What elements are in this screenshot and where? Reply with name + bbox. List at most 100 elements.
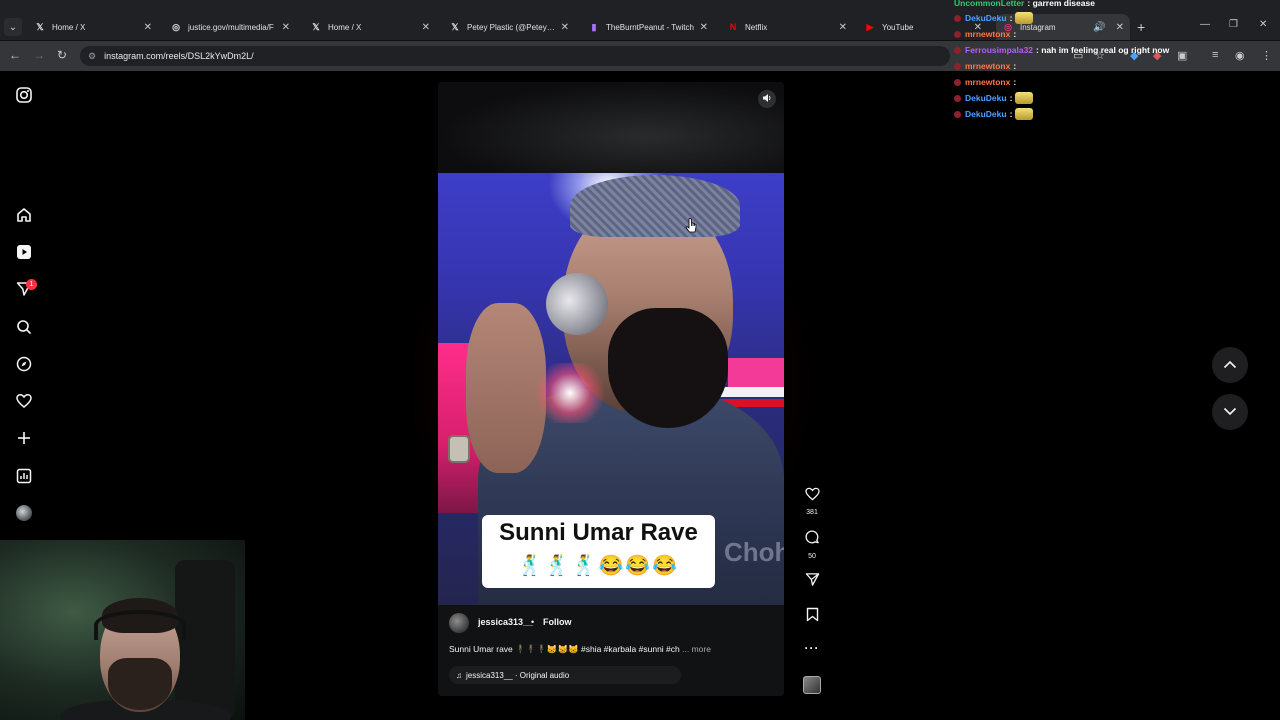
performer-cap <box>570 175 740 237</box>
like-button[interactable]: 381 <box>802 487 822 516</box>
more-options-button[interactable]: ··· <box>802 641 822 655</box>
author-avatar[interactable] <box>449 613 469 633</box>
close-tab-icon[interactable]: ✕ <box>422 22 430 33</box>
close-tab-icon[interactable]: ✕ <box>561 22 569 33</box>
chat-message: mrnewtonx : <box>954 74 1194 90</box>
back-button[interactable]: ← <box>9 48 21 62</box>
chat-message: DekuDeku : <box>954 10 1194 26</box>
more-dots-icon: ··· <box>804 641 820 655</box>
close-tab-icon[interactable]: ✕ <box>282 22 290 33</box>
chat-message: mrnewtonx : <box>954 26 1194 42</box>
tab-justice-gov[interactable]: ◎ justice.gov/multimedia/F ✕ <box>164 14 296 40</box>
speaker-icon <box>762 90 772 108</box>
reel-container: Choha Sunni Umar Rave 🕺🕺🕺😂😂😂 jessica313_… <box>438 82 784 696</box>
tab-x-home-2[interactable]: 𝕏 Home / X ✕ <box>304 14 436 40</box>
minimize-button[interactable]: — <box>1200 19 1210 30</box>
profile-avatar[interactable] <box>16 505 32 521</box>
chat-text: : <box>1009 93 1013 103</box>
chat-text: : <box>1013 77 1017 87</box>
instagram-logo-icon[interactable] <box>14 85 34 105</box>
reload-button[interactable]: ↻ <box>57 48 67 62</box>
netflix-icon: N <box>729 22 737 32</box>
notifications-heart-icon[interactable] <box>14 391 34 411</box>
subscriber-badge-icon <box>954 110 961 118</box>
webcam-overlay <box>0 540 245 720</box>
x-logo-icon: 𝕏 <box>451 21 459 32</box>
search-icon[interactable] <box>14 317 34 337</box>
reel-video[interactable]: Choha Sunni Umar Rave 🕺🕺🕺😂😂😂 <box>438 173 784 605</box>
audio-link[interactable]: ♫ jessica313__ · Original audio <box>449 666 681 684</box>
separator-dot: • <box>531 617 535 627</box>
tab-label: justice.gov/multimedia/F <box>188 22 274 32</box>
profile-icon[interactable]: ◉ <box>1235 49 1245 62</box>
browser-menu-icon[interactable]: ⋮ <box>1261 49 1272 62</box>
comment-count: 50 <box>808 553 816 560</box>
chat-message: mrnewtonx : <box>954 58 1194 74</box>
close-tab-icon[interactable]: ✕ <box>700 22 708 33</box>
comment-icon <box>804 530 820 550</box>
performer-watch <box>448 435 470 463</box>
heart-icon <box>804 487 820 506</box>
url-text: instagram.com/reels/DSL2kYwDm2L/ <box>104 51 254 61</box>
chat-username: DekuDeku <box>965 109 1007 119</box>
subscriber-badge-icon <box>954 14 961 22</box>
restore-button[interactable]: ❐ <box>1229 19 1238 30</box>
tab-twitch[interactable]: ▮ TheBurntPeanut - Twitch ✕ <box>582 14 714 40</box>
x-logo-icon: 𝕏 <box>312 21 320 32</box>
reel-top-area <box>438 82 784 173</box>
globe-icon: ◎ <box>172 21 180 32</box>
chat-message: DekuDeku : <box>954 106 1194 122</box>
chat-username: mrnewtonx <box>965 77 1011 87</box>
stage-backdrop-right <box>728 358 784 388</box>
overlay-emojis: 🕺🕺🕺😂😂😂 <box>517 555 680 577</box>
emote-icon <box>1015 108 1034 120</box>
chat-text: : garrem disease <box>1027 0 1095 8</box>
bookmark-icon <box>806 607 819 627</box>
close-tab-icon[interactable]: ✕ <box>144 22 152 33</box>
paper-plane-icon <box>805 572 820 592</box>
overlay-title: Sunni Umar Rave <box>499 519 698 546</box>
follow-button[interactable]: Follow <box>543 617 572 627</box>
subscriber-badge-icon <box>954 62 961 70</box>
audio-thumbnail[interactable] <box>803 676 821 694</box>
share-button[interactable] <box>802 572 822 592</box>
chat-text: : <box>1009 109 1013 119</box>
caption-more-link[interactable]: ... more <box>682 644 711 654</box>
tab-petey-plastic[interactable]: 𝕏 Petey Plastic (@PeteyPlast ✕ <box>443 14 575 40</box>
emote-icon <box>1015 12 1034 24</box>
close-window-button[interactable]: ✕ <box>1259 19 1267 30</box>
chevron-up-icon <box>1223 356 1237 374</box>
youtube-icon: ▶ <box>866 21 874 32</box>
x-logo-icon: 𝕏 <box>36 21 44 32</box>
chat-text: : nah im feeling real og right now <box>1036 45 1170 55</box>
next-reel-button[interactable] <box>1212 394 1248 430</box>
reel-caption: Sunni Umar rave 🕴🕴🕴😸😸😸 #shia #karbala #s… <box>449 644 779 655</box>
forward-button[interactable]: → <box>33 48 45 62</box>
chat-text: : <box>1013 61 1017 71</box>
previous-reel-button[interactable] <box>1212 347 1248 383</box>
comment-button[interactable]: 50 <box>802 530 822 560</box>
author-username[interactable]: jessica313__ <box>478 617 533 627</box>
tab-label: Home / X <box>52 22 86 32</box>
tab-search-button[interactable]: ⌄ <box>4 18 22 36</box>
music-note-icon: ♫ <box>456 670 462 680</box>
close-tab-icon[interactable]: ✕ <box>839 22 847 33</box>
dashboard-icon[interactable] <box>14 466 34 486</box>
emote-icon <box>1015 92 1034 104</box>
chat-text: : <box>1013 29 1017 39</box>
subscriber-badge-icon <box>954 46 961 54</box>
reels-icon[interactable] <box>14 242 34 262</box>
tab-label: Petey Plastic (@PeteyPlast <box>467 22 557 32</box>
tab-x-home-1[interactable]: 𝕏 Home / X ✕ <box>28 14 158 40</box>
explore-compass-icon[interactable] <box>14 354 34 374</box>
twitch-icon: ▮ <box>591 21 597 32</box>
create-plus-icon[interactable] <box>14 428 34 448</box>
site-info-icon[interactable]: ⚙ <box>88 51 96 62</box>
save-button[interactable] <box>802 607 822 627</box>
home-icon[interactable] <box>14 205 34 225</box>
reading-list-icon[interactable]: ≡ <box>1212 49 1218 61</box>
address-bar[interactable]: ⚙ instagram.com/reels/DSL2kYwDm2L/ <box>80 46 950 66</box>
mute-button[interactable] <box>758 90 776 108</box>
tab-netflix[interactable]: N Netflix ✕ <box>721 14 853 40</box>
subscriber-badge-icon <box>954 78 961 86</box>
